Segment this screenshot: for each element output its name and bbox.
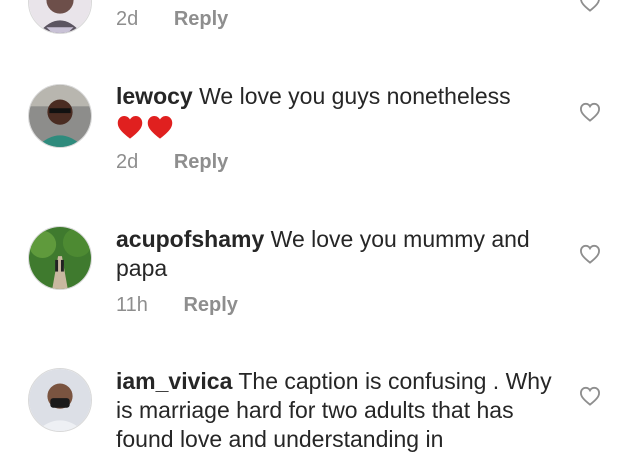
comment-body: We love you guys nonetheless bbox=[199, 83, 511, 109]
avatar[interactable] bbox=[28, 0, 92, 34]
avatar[interactable] bbox=[28, 84, 92, 148]
reply-button[interactable]: Reply bbox=[174, 151, 228, 174]
comment-time: 11h bbox=[116, 294, 148, 316]
comment-username[interactable]: lewocy bbox=[116, 83, 193, 109]
reply-button[interactable]: Reply bbox=[183, 294, 237, 317]
avatar[interactable] bbox=[28, 226, 92, 290]
comment-time: 2d bbox=[116, 8, 139, 30]
comment-username[interactable]: iam_vivica bbox=[116, 368, 232, 394]
red-heart-emoji bbox=[146, 114, 174, 140]
reply-button[interactable]: Reply bbox=[174, 8, 228, 31]
comment-text: acupofshamy We love you mummy and papa bbox=[116, 225, 566, 283]
like-heart-icon[interactable] bbox=[579, 244, 601, 264]
comment-text: lewocy We love you guys nonetheless bbox=[116, 82, 566, 140]
emoji-row bbox=[116, 111, 566, 140]
like-heart-icon[interactable] bbox=[579, 102, 601, 122]
comment-text: iam_vivica The caption is confusing . Wh… bbox=[116, 367, 566, 454]
comment-meta: 2d Reply bbox=[116, 8, 228, 31]
like-heart-icon[interactable] bbox=[579, 0, 601, 12]
like-heart-icon[interactable] bbox=[579, 386, 601, 406]
red-heart-emoji bbox=[116, 114, 144, 140]
comment-username[interactable]: acupofshamy bbox=[116, 226, 264, 252]
comment-meta: 2d Reply bbox=[116, 151, 228, 174]
avatar[interactable] bbox=[28, 368, 92, 432]
comment-time: 2d bbox=[116, 151, 139, 173]
comment-meta: 11h Reply bbox=[116, 294, 238, 317]
